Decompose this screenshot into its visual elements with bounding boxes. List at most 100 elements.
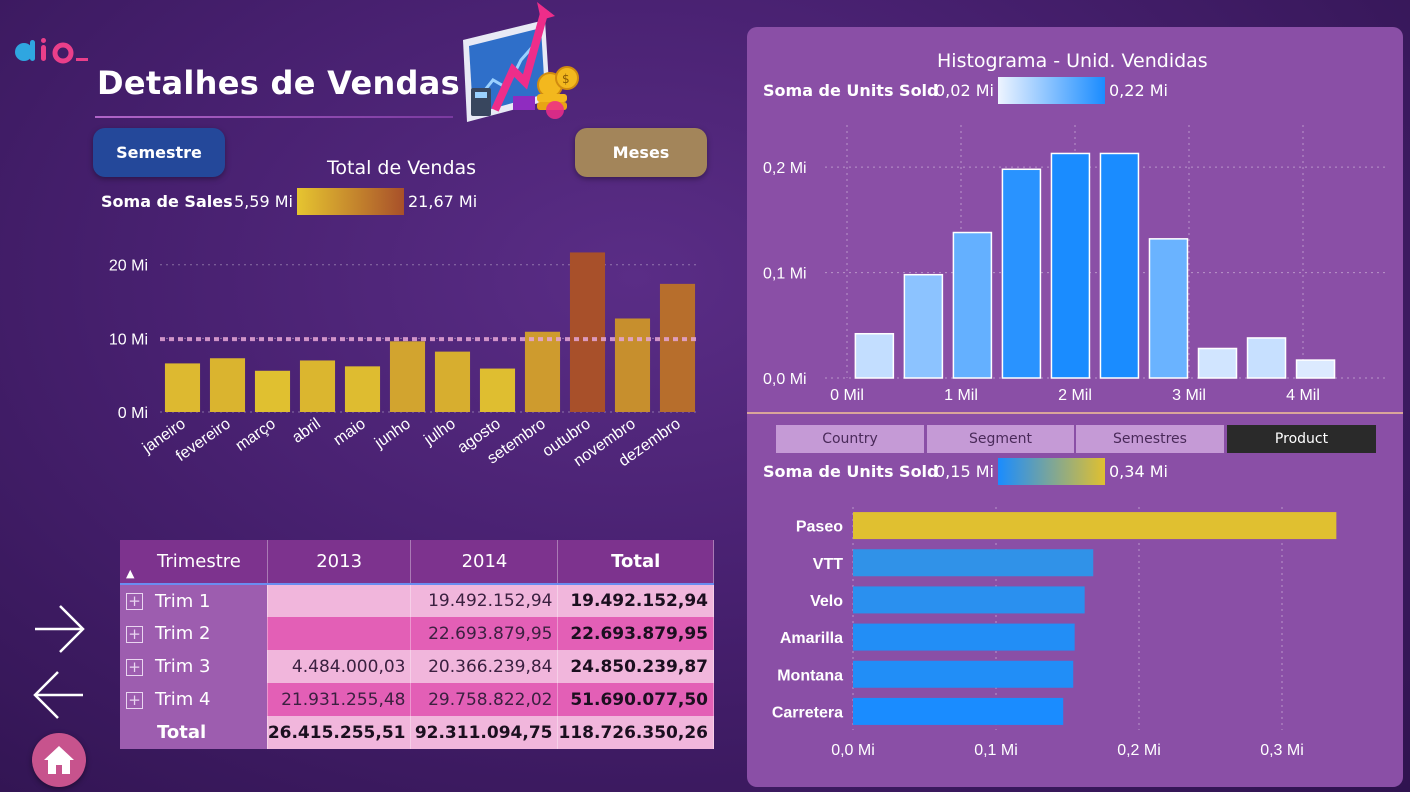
table-total-row: Total 26.415.255,51 92.311.094,75 118.72… (120, 716, 714, 749)
sales-bar[interactable] (479, 368, 516, 412)
row-label: Trim 3 (155, 656, 211, 677)
sales-bar[interactable] (299, 360, 336, 412)
tab-country[interactable]: Country (776, 425, 924, 453)
product-legend-max: 0,34 Mi (1109, 462, 1168, 481)
semestre-button[interactable]: Semestre (93, 128, 225, 177)
product-x-tick: 0,0 Mi (831, 742, 875, 759)
histogram-bar[interactable] (854, 332, 895, 379)
product-bar[interactable] (853, 549, 1094, 577)
tab-segment[interactable]: Segment (927, 425, 1074, 453)
sales-bar[interactable] (569, 252, 606, 412)
sort-ascending-icon[interactable]: ▲ (126, 567, 134, 580)
cell-grand-total: 118.726.350,26 (557, 716, 714, 749)
sales-x-label: março (233, 415, 279, 454)
sales-bar[interactable] (164, 363, 201, 412)
product-bar[interactable] (853, 660, 1074, 688)
sales-bar[interactable] (434, 351, 471, 412)
row-label: Trim 1 (155, 590, 211, 612)
row-header[interactable]: + Trim 4 (120, 683, 268, 716)
product-label: Velo (810, 593, 843, 610)
cell-2014: 22.693.879,95 (410, 617, 559, 650)
histogram-bar[interactable] (1148, 238, 1189, 379)
histogram-bar[interactable] (1295, 359, 1336, 379)
sales-bar[interactable] (614, 318, 651, 412)
table-header-row: Trimestre ▲ 2013 2014 Total (120, 540, 714, 584)
sales-y-tick: 20 Mi (109, 258, 148, 275)
back-arrow-icon[interactable] (32, 668, 86, 722)
product-legend-gradient (998, 458, 1105, 485)
product-label: Montana (777, 667, 843, 684)
product-x-tick: 0,1 Mi (974, 742, 1018, 759)
sales-chart-title: Total de Vendas (327, 157, 477, 179)
product-legend-label: Soma de Units Sold (763, 462, 939, 481)
row-header[interactable]: + Trim 1 (120, 584, 268, 617)
histogram-bar[interactable] (1099, 152, 1140, 379)
product-bar[interactable] (853, 586, 1085, 614)
cell-2013: 4.484.000,03 (266, 650, 412, 683)
product-legend-min: 0,15 Mi (935, 462, 994, 481)
product-bar[interactable] (853, 512, 1337, 540)
cell-2013 (266, 584, 412, 617)
page-title: Detalhes de Vendas (97, 64, 460, 102)
sales-bar[interactable] (389, 341, 426, 412)
table-row: + Trim 1 19.492.152,94 19.492.152,94 (120, 584, 714, 617)
histogram-chart: 0,0 Mi 0,1 Mi 0,2 Mi 0 Mil 1 Mil 2 Mil 3 Mil 4 … (763, 125, 1385, 404)
histogram-x-tick: 0 Mil (830, 387, 864, 404)
sales-bar[interactable] (344, 366, 381, 412)
col-header-2014[interactable]: 2014 (410, 540, 559, 584)
product-bar[interactable] (853, 623, 1075, 651)
histogram-title: Histograma - Unid. Vendidas (937, 50, 1208, 72)
product-label: Carretera (772, 704, 843, 721)
histogram-bar[interactable] (903, 273, 944, 379)
sales-bar[interactable] (524, 331, 561, 412)
col-header-total[interactable]: Total (557, 540, 714, 584)
product-bar[interactable] (853, 697, 1064, 725)
panel-divider (747, 412, 1403, 414)
sales-x-label: junho (371, 415, 414, 452)
expand-icon[interactable]: + (126, 691, 143, 709)
cell-2014: 29.758.822,02 (410, 683, 559, 716)
home-button[interactable] (32, 733, 86, 787)
histogram-bar[interactable] (1246, 337, 1287, 379)
expand-icon[interactable]: + (126, 658, 143, 676)
sales-bar[interactable] (659, 283, 696, 412)
sales-x-label: julho (421, 415, 459, 449)
meses-button[interactable]: Meses (575, 128, 707, 177)
expand-icon[interactable]: + (126, 593, 143, 610)
sales-matrix-table: Trimestre ▲ 2013 2014 Total + Trim 1 19.4… (120, 540, 714, 749)
product-label: Amarilla (780, 630, 843, 647)
table-row: + Trim 2 22.693.879,95 22.693.879,95 (120, 617, 714, 650)
histogram-legend-max: 0,22 Mi (1109, 81, 1168, 100)
histogram-x-tick: 3 Mil (1172, 387, 1206, 404)
sales-legend-gradient (297, 188, 404, 215)
sales-legend-label: Soma de Sales (101, 192, 233, 211)
next-arrow-icon[interactable] (32, 602, 86, 656)
histogram-x-tick: 4 Mil (1286, 387, 1320, 404)
product-x-tick: 0,3 Mi (1260, 742, 1304, 759)
title-underline (95, 116, 453, 118)
row-header[interactable]: + Trim 2 (120, 617, 268, 650)
histogram-bar[interactable] (1050, 152, 1091, 379)
product-label: VTT (813, 556, 843, 573)
histogram-bar[interactable] (1197, 347, 1238, 379)
row-header[interactable]: + Trim 3 (120, 650, 268, 683)
cell-total: 19.492.152,94 (557, 584, 714, 617)
histogram-bar[interactable] (952, 231, 993, 379)
sales-bar[interactable] (254, 370, 291, 412)
histogram-x-tick: 2 Mil (1058, 387, 1092, 404)
tab-product[interactable]: Product (1227, 425, 1376, 453)
histogram-legend-gradient (998, 77, 1105, 104)
sales-bar-chart: 0 Mi10 Mi20 Mijaneirofevereiromarço abril… (109, 252, 700, 470)
product-x-tick: 0,2 Mi (1117, 742, 1161, 759)
sales-bar[interactable] (209, 358, 246, 412)
col-header-2013[interactable]: 2013 (267, 540, 412, 584)
sales-legend-min: 5,59 Mi (234, 192, 293, 211)
row-label: Trim 2 (155, 623, 211, 644)
home-icon (44, 746, 74, 774)
histogram-y-tick: 0,2 Mi (763, 160, 807, 177)
tab-semestres[interactable]: Semestres (1076, 425, 1224, 453)
cell-2013-total: 26.415.255,51 (266, 716, 412, 749)
histogram-bar[interactable] (1001, 168, 1042, 379)
col-header-trimestre[interactable]: Trimestre ▲ (120, 540, 268, 584)
expand-icon[interactable]: + (126, 625, 143, 643)
